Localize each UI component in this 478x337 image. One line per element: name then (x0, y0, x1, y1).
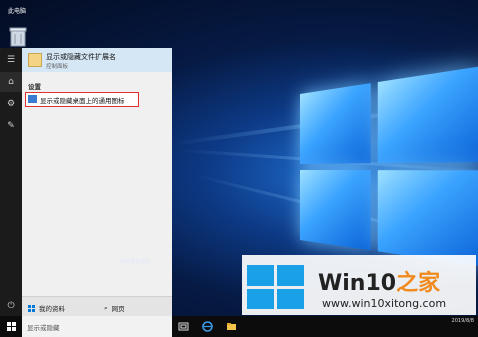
windows-icon (6, 322, 16, 331)
scope-web-label: 网页 (111, 305, 125, 313)
recycle-bin-icon[interactable] (8, 26, 28, 48)
folder-options-icon (28, 53, 42, 67)
section-label-settings: 设置 (28, 83, 41, 91)
taskbar-search-box[interactable]: 显示或隐藏 (22, 316, 172, 337)
logo-pane (377, 170, 478, 267)
power-icon[interactable]: ⏻ (0, 296, 22, 316)
top-result[interactable]: 显示或隐藏文件扩展名 控制面板 (22, 48, 172, 72)
logo-pane (377, 66, 478, 164)
desktop-icon-label[interactable]: 此电脑 (8, 6, 26, 15)
watermark-title-a: Win10 (318, 271, 397, 296)
gear-icon[interactable]: ⚙ (0, 94, 22, 114)
tray-clock[interactable]: 2019/8/8 (452, 318, 474, 324)
file-explorer-icon[interactable] (226, 321, 237, 332)
scope-mine-label: 我的资料 (39, 305, 65, 313)
windows-logo-wallpaper (300, 66, 478, 272)
top-result-title: 显示或隐藏文件扩展名 (46, 53, 116, 61)
scope-my-stuff[interactable]: 我的资料 (28, 303, 65, 313)
home-icon[interactable]: ⌂ (0, 72, 22, 92)
logo-pane (300, 170, 371, 251)
search-scope-bar: 我的资料 ⌕ 网页 (22, 296, 172, 317)
taskbar: 显示或隐藏 2019/8/8 (0, 316, 478, 337)
edge-browser-icon[interactable] (202, 321, 213, 332)
scope-web[interactable]: ⌕ 网页 (104, 303, 125, 314)
task-view-icon[interactable] (178, 321, 189, 332)
top-result-subtitle: 控制面板 (46, 64, 69, 70)
start-rail: ☰ ⌂ ⚙ ✎ ⏻ (0, 48, 22, 316)
search-input-text[interactable]: 显示或隐藏 (27, 322, 60, 332)
logo-pane (300, 83, 371, 164)
setting-item-label: 显示或隐藏桌面上的通用图标 (40, 97, 125, 105)
watermark-title-b: 之家 (396, 271, 441, 296)
windows-icon (28, 304, 35, 312)
setting-item-desktop-icons[interactable]: 显示或隐藏桌面上的通用图标 (25, 92, 139, 107)
start-button[interactable] (0, 316, 22, 337)
win10-home-logo-icon (247, 265, 305, 309)
hamburger-menu-icon[interactable]: ☰ (0, 50, 22, 70)
search-icon: ⌕ (104, 303, 108, 312)
watermark-title: Win10之家 (318, 265, 440, 297)
feedback-icon[interactable]: ✎ (0, 116, 22, 136)
search-results-panel: 显示或隐藏文件扩展名 控制面板 设置 显示或隐藏桌面上的通用图标 我的资料 ⌕ … (22, 48, 172, 317)
watermark: Win10之家 www.win10xitong.com (242, 255, 476, 315)
preview-hint: 获得预览视图 (120, 259, 151, 265)
desktop-icons-settings-icon (28, 95, 37, 103)
watermark-url: www.win10xitong.com (322, 297, 447, 310)
